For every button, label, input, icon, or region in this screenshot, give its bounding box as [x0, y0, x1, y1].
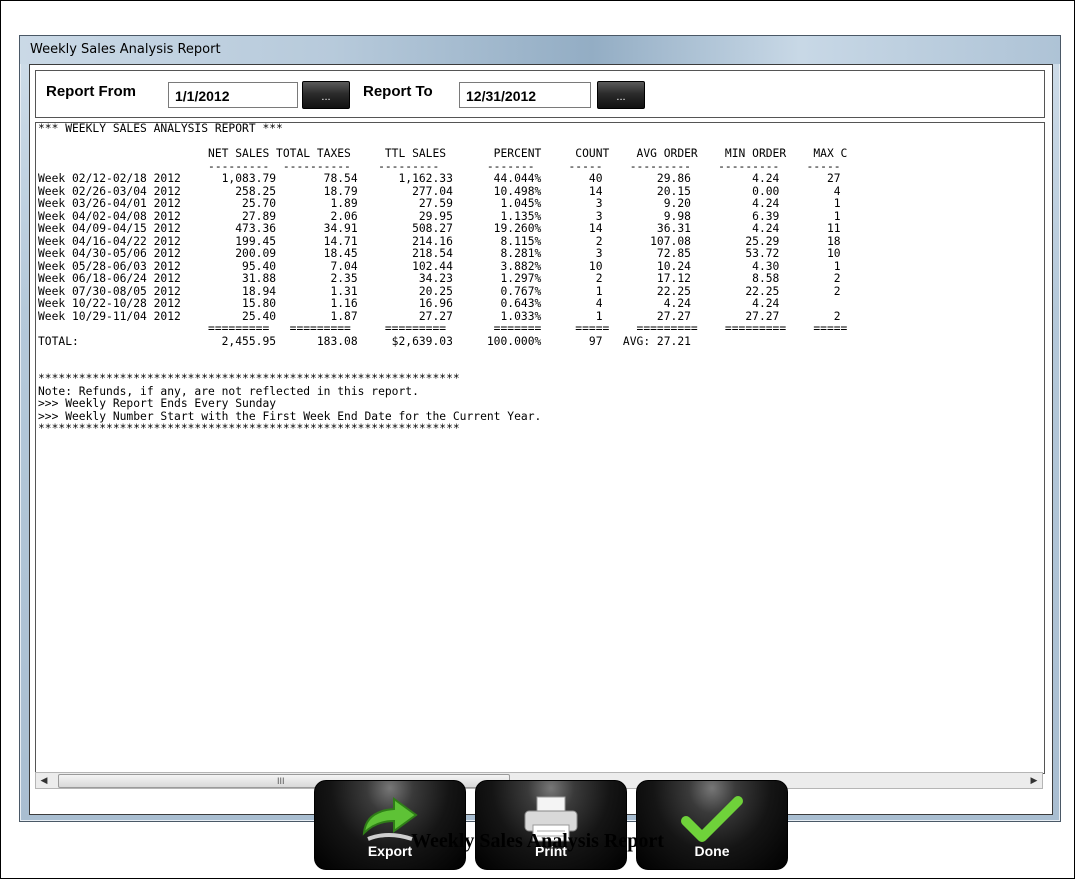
- title-bar: Weekly Sales Analysis Report: [20, 36, 1060, 64]
- window-title: Weekly Sales Analysis Report: [30, 42, 221, 57]
- report-line: Week 10/22-10/28 2012 15.80 1.16 16.96 0…: [38, 297, 780, 310]
- done-button[interactable]: Done: [636, 780, 788, 870]
- report-to-field[interactable]: 12/31/2012: [459, 82, 591, 108]
- report-line: ****************************************…: [38, 372, 460, 385]
- report-line: Week 02/12-02/18 2012 1,083.79 78.54 1,1…: [38, 172, 841, 185]
- report-body: *** WEEKLY SALES ANALYSIS REPORT *** NET…: [38, 123, 847, 436]
- report-from-label: Report From: [46, 83, 136, 100]
- report-line: TOTAL: 2,455.95 183.08 $2,639.03 100.000…: [38, 334, 691, 348]
- report-window: Weekly Sales Analysis Report Report From…: [19, 35, 1061, 870]
- figure-caption: Weekly Sales Analysis Report: [411, 830, 664, 852]
- report-line: Week 03/26-04/01 2012 25.70 1.89 27.59 1…: [38, 197, 841, 210]
- report-line: Week 04/30-05/06 2012 200.09 18.45 218.5…: [38, 247, 841, 260]
- report-line: >>> Weekly Report Ends Every Sunday: [38, 397, 277, 410]
- date-filter-bar: Report From 1/1/2012 ... Report To 12/31…: [35, 70, 1045, 118]
- report-line: ****************************************…: [38, 422, 460, 435]
- report-line: Week 06/18-06/24 2012 31.88 2.35 34.23 1…: [38, 272, 841, 285]
- report-to-picker-button[interactable]: ...: [597, 81, 645, 109]
- report-to-label: Report To: [363, 83, 433, 100]
- report-line: NET SALES TOTAL TAXES TTL SALES PERCENT …: [38, 147, 848, 160]
- report-line: Week 04/09-04/15 2012 473.36 34.91 508.2…: [38, 222, 841, 235]
- report-line: *** WEEKLY SALES ANALYSIS REPORT ***: [38, 122, 283, 135]
- report-from-field[interactable]: 1/1/2012: [168, 82, 298, 108]
- print-button[interactable]: Print: [475, 780, 627, 870]
- report-line: ========= ========= ========= ======= ==…: [38, 322, 848, 335]
- window-content: Report From 1/1/2012 ... Report To 12/31…: [29, 64, 1053, 815]
- report-line: [38, 348, 847, 361]
- report-text-area[interactable]: *** WEEKLY SALES ANALYSIS REPORT *** NET…: [35, 122, 1045, 774]
- report-from-picker-button[interactable]: ...: [302, 81, 350, 109]
- export-button[interactable]: Export: [314, 780, 466, 870]
